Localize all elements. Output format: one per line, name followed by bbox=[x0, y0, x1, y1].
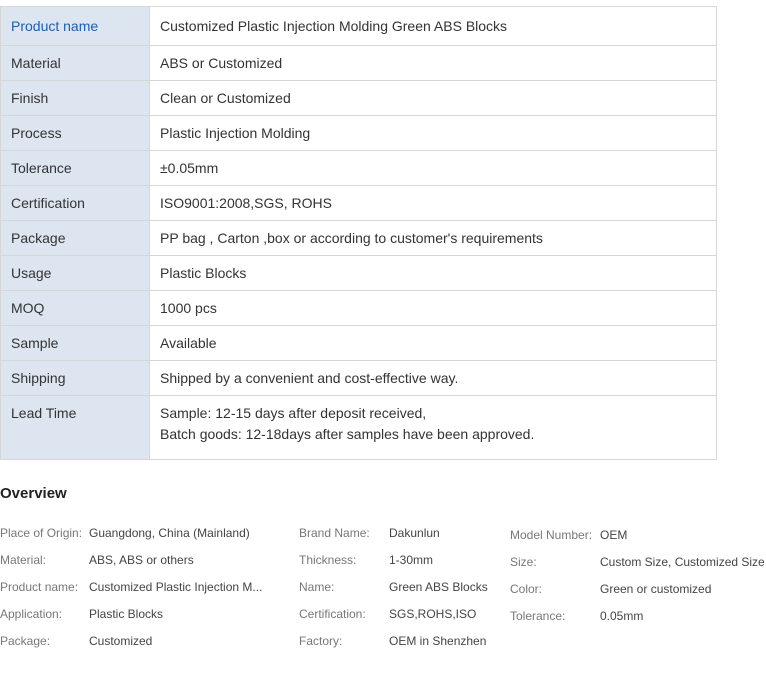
spec-key: Sample bbox=[0, 325, 150, 361]
spec-row-certification: Certification ISO9001:2008,SGS, ROHS bbox=[0, 185, 717, 221]
overview-value: ABS, ABS or others bbox=[89, 553, 194, 567]
overview-key: Size: bbox=[510, 555, 537, 569]
spec-row-tolerance: Tolerance ±0.05mm bbox=[0, 150, 717, 186]
overview-item-brand-name: Brand Name: Dakunlun bbox=[299, 520, 504, 547]
overview-key: Place of Origin: bbox=[0, 526, 83, 540]
spec-key: Process bbox=[0, 115, 150, 151]
spec-value: Plastic Blocks bbox=[149, 255, 717, 291]
overview-column-1: Place of Origin: Guangdong, China (Mainla… bbox=[0, 520, 269, 655]
overview-item-thickness: Thickness: 1-30mm bbox=[299, 547, 504, 574]
spec-value: ±0.05mm bbox=[149, 150, 717, 186]
overview-value: Guangdong, China (Mainland) bbox=[89, 526, 250, 540]
overview-column-3: Model Number: OEM Size: Custom Size, Custo… bbox=[510, 522, 766, 630]
overview-key: Application: bbox=[0, 607, 63, 621]
overview-key: Name: bbox=[299, 580, 335, 594]
spec-row-product-name: Product name Customized Plastic Injectio… bbox=[0, 6, 717, 46]
spec-value: ISO9001:2008,SGS, ROHS bbox=[149, 185, 717, 221]
overview-item-application: Application: Plastic Blocks bbox=[0, 601, 269, 628]
spec-key: Certification bbox=[0, 185, 150, 221]
lead-time-sample-line: Sample: 12-15 days after deposit receive… bbox=[160, 405, 427, 421]
lead-time-batch-line: Batch goods: 12-18days after samples hav… bbox=[160, 426, 535, 442]
spec-row-usage: Usage Plastic Blocks bbox=[0, 255, 717, 291]
overview-value: SGS,ROHS,ISO bbox=[389, 607, 477, 621]
spec-key: Product name bbox=[0, 6, 150, 46]
overview-value: OEM bbox=[600, 528, 628, 542]
overview-item-color: Color: Green or customized bbox=[510, 576, 766, 603]
overview-value: 1-30mm bbox=[389, 553, 434, 567]
overview-heading: Overview bbox=[0, 485, 67, 502]
spec-row-moq: MOQ 1000 pcs bbox=[0, 290, 717, 326]
spec-value: Plastic Injection Molding bbox=[149, 115, 717, 151]
overview-key: Certification: bbox=[299, 607, 366, 621]
overview-value: Custom Size, Customized Size bbox=[600, 555, 765, 569]
spec-value: Sample: 12-15 days after deposit receive… bbox=[149, 395, 717, 460]
overview-value: Green or customized bbox=[600, 582, 712, 596]
spec-value: 1000 pcs bbox=[149, 290, 717, 326]
spec-key: Package bbox=[0, 220, 150, 256]
spec-value: Shipped by a convenient and cost-effecti… bbox=[149, 360, 717, 396]
overview-key: Factory: bbox=[299, 634, 343, 648]
overview-key: Thickness: bbox=[299, 553, 357, 567]
overview-value: OEM in Shenzhen bbox=[389, 634, 487, 648]
spec-row-process: Process Plastic Injection Molding bbox=[0, 115, 717, 151]
spec-value: ABS or Customized bbox=[149, 45, 717, 81]
spec-value: Clean or Customized bbox=[149, 80, 717, 116]
overview-key: Material: bbox=[0, 553, 47, 567]
spec-row-package: Package PP bag , Carton ,box or accordin… bbox=[0, 220, 717, 256]
overview-value: Customized Plastic Injection M... bbox=[89, 580, 263, 594]
spec-row-lead-time: Lead Time Sample: 12-15 days after depos… bbox=[0, 395, 717, 460]
overview-key: Brand Name: bbox=[299, 526, 370, 540]
spec-key: Tolerance bbox=[0, 150, 150, 186]
overview-item-product-name: Product name: Customized Plastic Injectio… bbox=[0, 574, 269, 601]
spec-value: PP bag , Carton ,box or according to cus… bbox=[149, 220, 717, 256]
overview-value: Dakunlun bbox=[389, 526, 440, 540]
overview-value: 0.05mm bbox=[600, 609, 644, 623]
overview-key: Tolerance: bbox=[510, 609, 566, 623]
spec-row-finish: Finish Clean or Customized bbox=[0, 80, 717, 116]
overview-key: Model Number: bbox=[510, 528, 593, 542]
overview-key: Color: bbox=[510, 582, 543, 596]
product-spec-table: Product name Customized Plastic Injectio… bbox=[0, 6, 717, 460]
overview-item-place-of-origin: Place of Origin: Guangdong, China (Mainla… bbox=[0, 520, 269, 547]
overview-item-tolerance: Tolerance: 0.05mm bbox=[510, 603, 766, 630]
spec-row-material: Material ABS or Customized bbox=[0, 45, 717, 81]
overview-item-size: Size: Custom Size, Customized Size bbox=[510, 549, 766, 576]
overview-item-certification: Certification: SGS,ROHS,ISO bbox=[299, 601, 504, 628]
overview-key: Product name: bbox=[0, 580, 79, 594]
overview-item-factory: Factory: OEM in Shenzhen bbox=[299, 628, 504, 655]
overview-item-name: Name: Green ABS Blocks bbox=[299, 574, 504, 601]
spec-value: Customized Plastic Injection Molding Gre… bbox=[149, 6, 717, 46]
overview-value: Plastic Blocks bbox=[89, 607, 164, 621]
overview-item-package: Package: Customized bbox=[0, 628, 269, 655]
overview-item-material: Material: ABS, ABS or others bbox=[0, 547, 269, 574]
spec-row-sample: Sample Available bbox=[0, 325, 717, 361]
overview-item-model-number: Model Number: OEM bbox=[510, 522, 766, 549]
spec-key: Finish bbox=[0, 80, 150, 116]
spec-key: Material bbox=[0, 45, 150, 81]
spec-value: Available bbox=[149, 325, 717, 361]
spec-key: MOQ bbox=[0, 290, 150, 326]
spec-row-shipping: Shipping Shipped by a convenient and cos… bbox=[0, 360, 717, 396]
overview-key: Package: bbox=[0, 634, 51, 648]
spec-key: Lead Time bbox=[0, 395, 150, 460]
overview-column-2: Brand Name: Dakunlun Thickness: 1-30mm Nam… bbox=[299, 520, 504, 655]
overview-value: Green ABS Blocks bbox=[389, 580, 488, 594]
overview-value: Customized bbox=[89, 634, 153, 648]
spec-key: Usage bbox=[0, 255, 150, 291]
spec-key: Shipping bbox=[0, 360, 150, 396]
